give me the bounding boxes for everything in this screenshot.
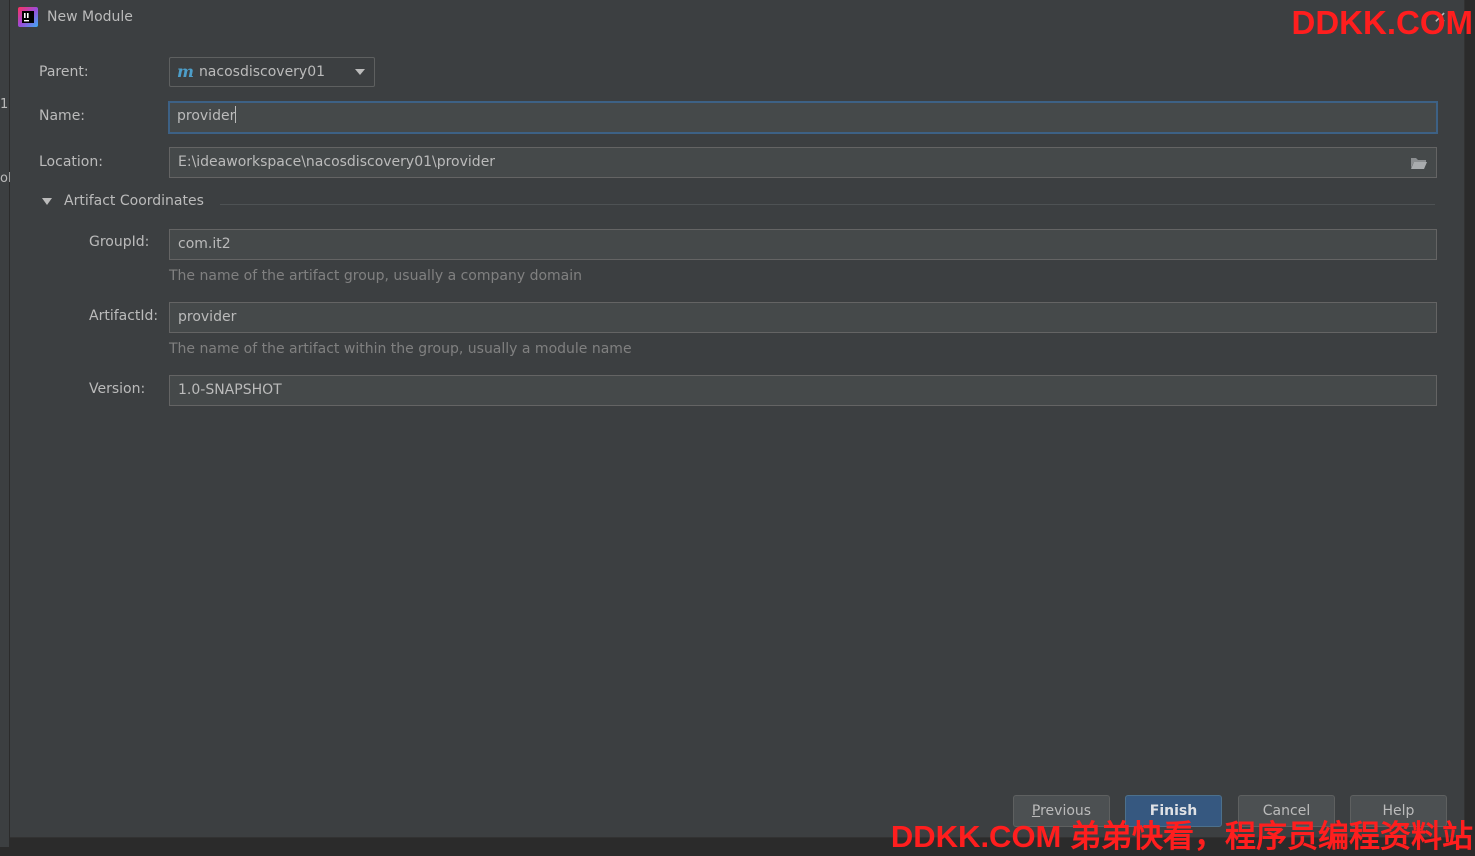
artifactid-input[interactable]: provider — [169, 302, 1437, 333]
name-input[interactable]: provider — [168, 101, 1438, 134]
location-input-value: E:\ideaworkspace\nacosdiscovery01\provid… — [178, 154, 496, 170]
version-input-value: 1.0-SNAPSHOT — [178, 382, 282, 398]
artifact-coordinates-toggle[interactable]: Artifact Coordinates — [42, 193, 204, 209]
watermark-top: DDKK.COM — [1291, 4, 1473, 41]
groupid-input[interactable]: com.it2 — [169, 229, 1437, 260]
title-bar: New Module ✕ — [10, 0, 1464, 36]
maven-m-icon: m — [177, 62, 194, 81]
ide-edge-text: 1 — [0, 97, 9, 112]
location-input[interactable]: E:\ideaworkspace\nacosdiscovery01\provid… — [169, 147, 1437, 178]
version-input[interactable]: 1.0-SNAPSHOT — [169, 375, 1437, 406]
dialog-title: New Module — [47, 9, 133, 25]
ide-background-strip: 1 ol — [0, 0, 12, 847]
groupid-label: GroupId: — [89, 234, 150, 250]
artifactid-hint: The name of the artifact within the grou… — [169, 341, 632, 357]
watermark-bottom: DDKK.COM 弟弟快看，程序员编程资料站 — [890, 819, 1473, 854]
section-divider — [220, 204, 1435, 205]
text-caret — [235, 106, 237, 123]
chevron-down-icon — [355, 69, 365, 75]
artifact-coordinates-title: Artifact Coordinates — [64, 193, 204, 209]
groupid-hint: The name of the artifact group, usually … — [169, 268, 582, 284]
name-input-value: provider — [177, 108, 236, 124]
triangle-down-icon — [42, 197, 52, 205]
location-label: Location: — [39, 154, 103, 170]
parent-label: Parent: — [39, 64, 89, 80]
folder-open-icon[interactable] — [1410, 156, 1428, 170]
parent-dropdown-value: nacosdiscovery01 — [198, 64, 326, 80]
groupid-input-value: com.it2 — [178, 236, 231, 252]
intellij-app-icon — [18, 7, 38, 27]
new-module-dialog: New Module ✕ Parent: m nacosdiscovery01 … — [10, 0, 1465, 838]
artifactid-label: ArtifactId: — [89, 308, 159, 324]
version-label: Version: — [89, 381, 146, 397]
name-label: Name: — [39, 108, 86, 124]
artifactid-input-value: provider — [178, 309, 237, 325]
parent-dropdown[interactable]: m nacosdiscovery01 — [169, 57, 375, 87]
